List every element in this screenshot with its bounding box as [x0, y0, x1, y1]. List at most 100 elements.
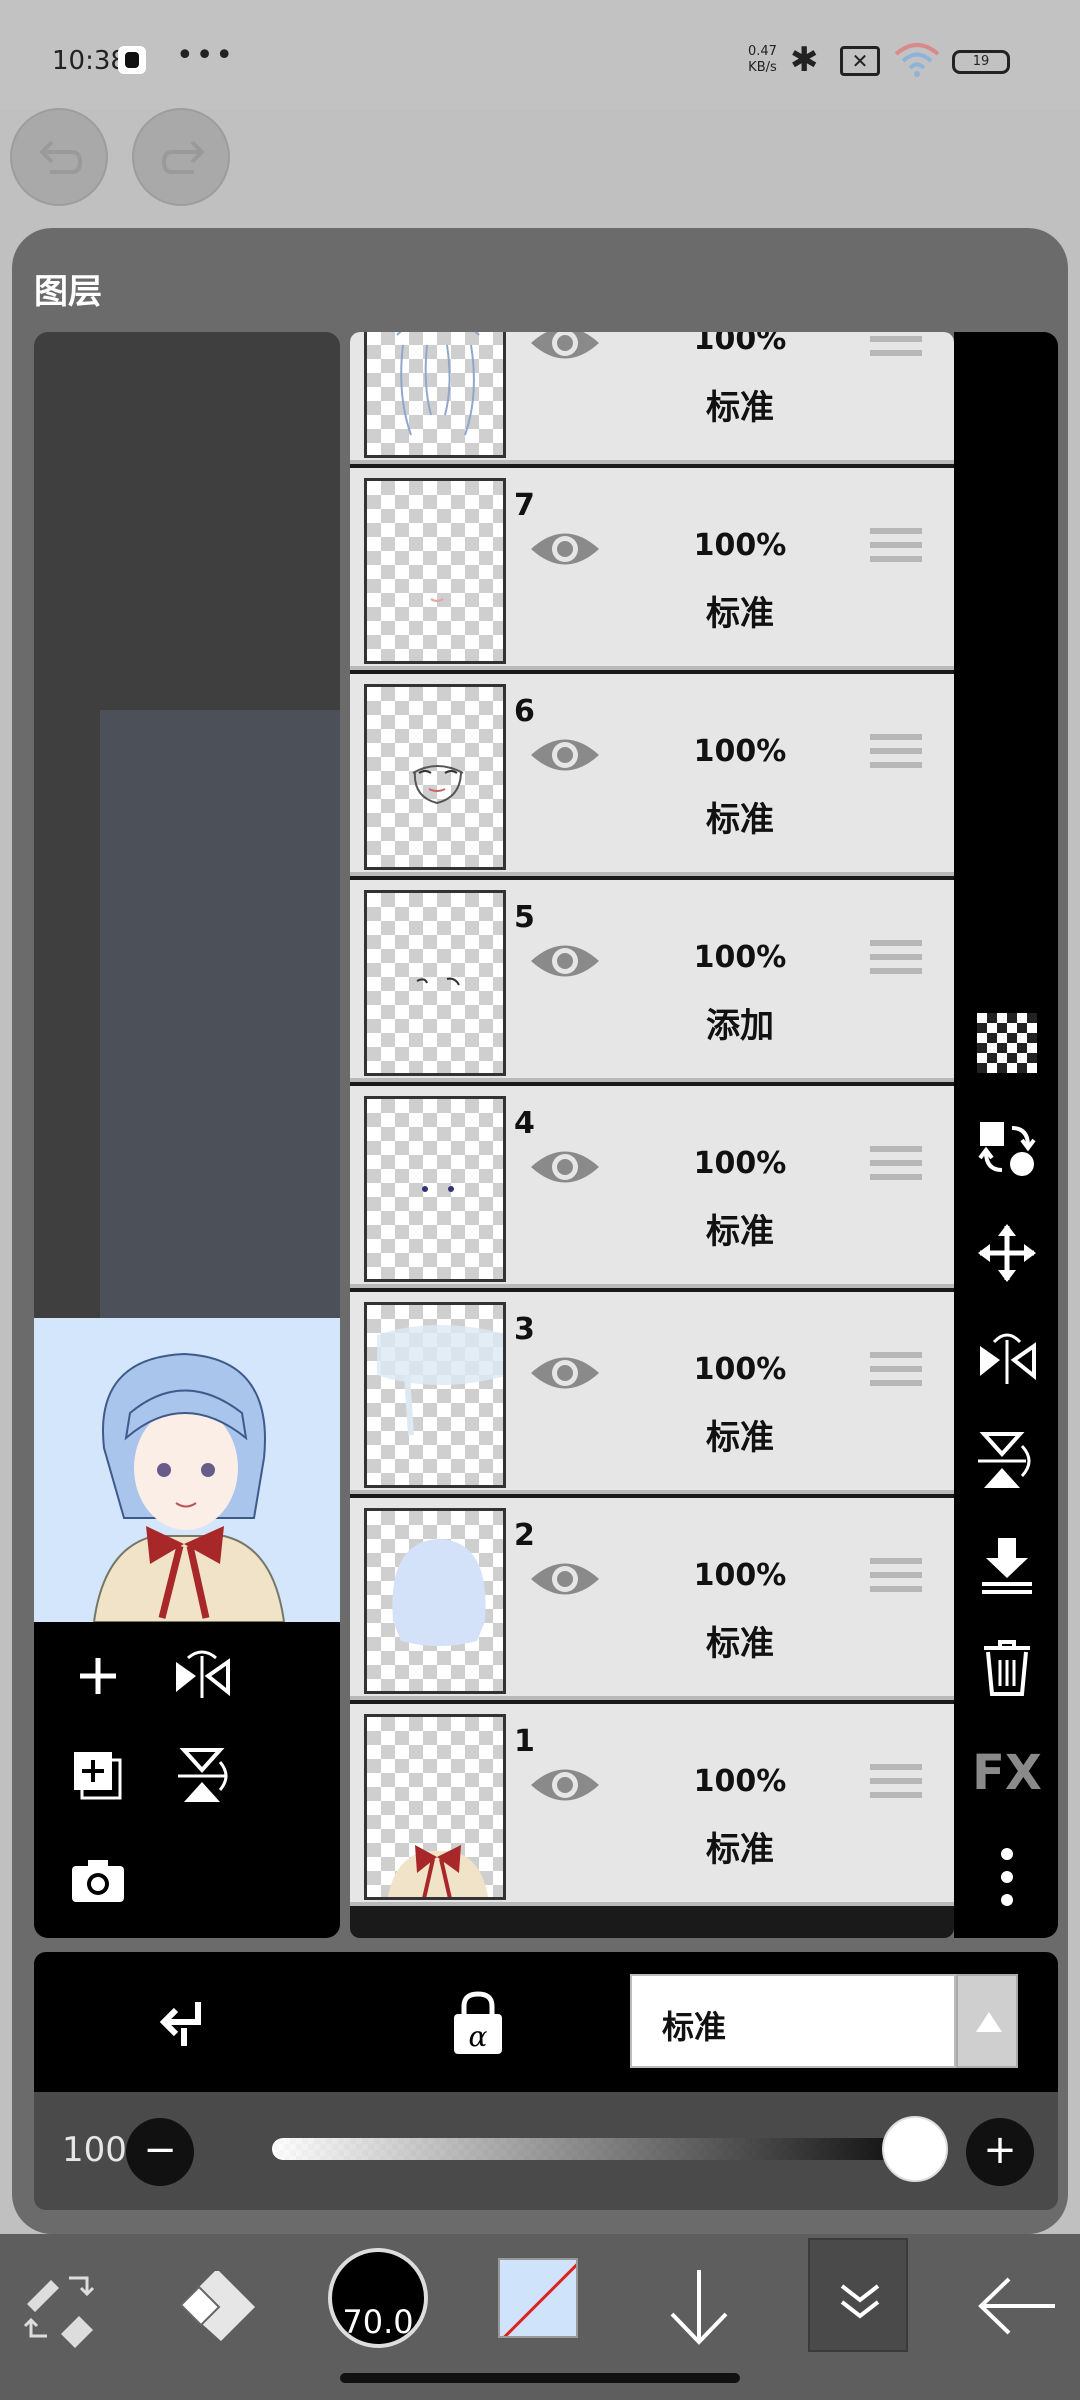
panel-title: 图层 — [34, 272, 102, 312]
eye-icon[interactable] — [528, 332, 602, 368]
layer-row[interactable]: 8 100% 标准 — [350, 332, 954, 464]
layer-number: 5 — [514, 900, 535, 935]
eye-icon[interactable] — [528, 936, 602, 986]
double-chevron-down-icon — [840, 2284, 880, 2319]
redo-button[interactable] — [132, 108, 230, 206]
layer-blend-mode: 标准 — [706, 388, 774, 428]
layer-opacity: 100% — [693, 940, 787, 975]
clipping-icon[interactable] — [154, 1994, 214, 2054]
layer-number: 6 — [514, 694, 535, 729]
opacity-slider[interactable] — [272, 2138, 948, 2160]
layer-row[interactable]: 2 100% 标准 — [350, 1498, 954, 1700]
transparency-button[interactable] — [976, 1012, 1038, 1074]
layer-thumbnail — [364, 890, 506, 1076]
layer-number: 2 — [514, 1518, 535, 1553]
layer-opacity: 100% — [693, 332, 787, 357]
merge-down-button[interactable] — [976, 1534, 1038, 1596]
canvas-preview — [34, 332, 340, 1938]
layer-number: 3 — [514, 1312, 535, 1347]
swap-icon — [978, 1122, 1036, 1176]
eraser-tool-button[interactable] — [164, 2256, 274, 2356]
flip-vertical-icon — [978, 1432, 1031, 1488]
layer-row[interactable]: 1 100% 标准 — [350, 1704, 954, 1906]
home-indicator[interactable] — [340, 2373, 740, 2383]
duplicate-icon — [74, 1752, 122, 1800]
arrow-left-icon — [978, 2277, 1055, 2335]
flip-vertical-button[interactable] — [166, 1740, 238, 1812]
layer-blend-mode: 标准 — [706, 594, 774, 634]
undo-icon — [39, 140, 83, 174]
layer-number: 1 — [514, 1724, 535, 1759]
opacity-decrease-button[interactable]: − — [126, 2118, 194, 2186]
layer-thumbnail — [364, 1302, 506, 1488]
layer-opacity: 100% — [693, 1558, 787, 1593]
drag-handle-icon[interactable] — [870, 734, 922, 780]
blend-mode-dropdown-arrow-icon[interactable] — [956, 1974, 1018, 2068]
add-layer-button[interactable] — [62, 1640, 134, 1712]
arrow-down-icon — [670, 2270, 728, 2345]
layer-row[interactable]: 6 100% 标准 — [350, 674, 954, 876]
drag-handle-icon[interactable] — [870, 1352, 922, 1398]
canvas-thumbnail[interactable] — [34, 1318, 340, 1623]
fx-button[interactable]: FX — [972, 1742, 1042, 1804]
layer-down-button[interactable] — [644, 2256, 754, 2356]
color-swatch[interactable] — [498, 2258, 578, 2338]
move-button[interactable] — [976, 1222, 1038, 1284]
drag-handle-icon[interactable] — [870, 1764, 922, 1810]
delete-layer-button[interactable] — [976, 1636, 1038, 1698]
redo-icon — [161, 140, 205, 174]
layer-tools — [34, 1622, 340, 1938]
camera-button[interactable] — [62, 1844, 134, 1916]
layer-blend-mode: 标准 — [706, 1830, 774, 1870]
opacity-increase-button[interactable]: + — [966, 2118, 1034, 2186]
layer-thumbnail — [364, 1096, 506, 1282]
flip-horizontal-icon — [176, 1650, 230, 1698]
trash-icon — [984, 1640, 1030, 1696]
layer-blend-mode: 标准 — [706, 1624, 774, 1664]
blend-mode-select[interactable]: 标准 — [630, 1974, 956, 2068]
layer-row[interactable]: 4 100% 标准 — [350, 1086, 954, 1288]
duplicate-layer-button[interactable] — [62, 1740, 134, 1812]
eye-icon[interactable] — [528, 1554, 602, 1604]
undo-button[interactable] — [10, 108, 108, 206]
layer-row[interactable]: 3 100% 标准 — [350, 1292, 954, 1494]
collapse-panel-button[interactable] — [808, 2238, 908, 2352]
layer-row[interactable]: 5 100% 添加 — [350, 880, 954, 1082]
layer-side-toolbar: FX — [954, 332, 1058, 1938]
layer-number: 7 — [514, 488, 535, 523]
drag-handle-icon[interactable] — [870, 332, 922, 368]
drag-handle-icon[interactable] — [870, 1146, 922, 1192]
layer-thumbnail — [364, 1714, 506, 1900]
eye-icon[interactable] — [528, 1142, 602, 1192]
flip-horizontal-button[interactable] — [166, 1640, 238, 1712]
layer-opacity: 100% — [693, 1352, 787, 1387]
eye-icon[interactable] — [528, 730, 602, 780]
layer-blend-mode: 标准 — [706, 1418, 774, 1458]
app-notification-icon — [118, 46, 146, 74]
flip-horizontal-side-button[interactable] — [976, 1326, 1038, 1388]
tool-switch-button[interactable] — [4, 2256, 114, 2356]
layer-row[interactable]: 7 100% 标准 — [350, 468, 954, 670]
flip-vertical-side-button[interactable] — [976, 1430, 1038, 1492]
drag-handle-icon[interactable] — [870, 1558, 922, 1604]
eraser-icon — [179, 2271, 255, 2341]
clock: 10:38 — [52, 46, 127, 76]
more-notifications-icon: ••• — [176, 38, 236, 73]
eye-icon[interactable] — [528, 1348, 602, 1398]
bluetooth-icon: ✱ — [790, 40, 819, 80]
back-button[interactable] — [962, 2256, 1072, 2356]
layer-blend-mode: 标准 — [706, 800, 774, 840]
status-bar: 10:38 ••• 0.47 KB/s ✱ ✕ 19 — [0, 0, 1080, 110]
brush-size-value: 70.0 — [342, 2303, 414, 2341]
layer-blend-mode: 标准 — [706, 1212, 774, 1252]
drag-handle-icon[interactable] — [870, 528, 922, 574]
brush-size-button[interactable]: 70.0 — [328, 2248, 428, 2348]
layer-list[interactable]: 8 100% 标准 7 100% 标准 — [350, 332, 954, 1938]
swap-layer-button[interactable] — [976, 1118, 1038, 1180]
more-options-button[interactable] — [976, 1846, 1038, 1908]
eye-icon[interactable] — [528, 524, 602, 574]
eye-icon[interactable] — [528, 1760, 602, 1810]
drag-handle-icon[interactable] — [870, 940, 922, 986]
opacity-slider-handle[interactable] — [882, 2116, 948, 2182]
alpha-lock-icon[interactable]: α — [450, 1990, 506, 2056]
